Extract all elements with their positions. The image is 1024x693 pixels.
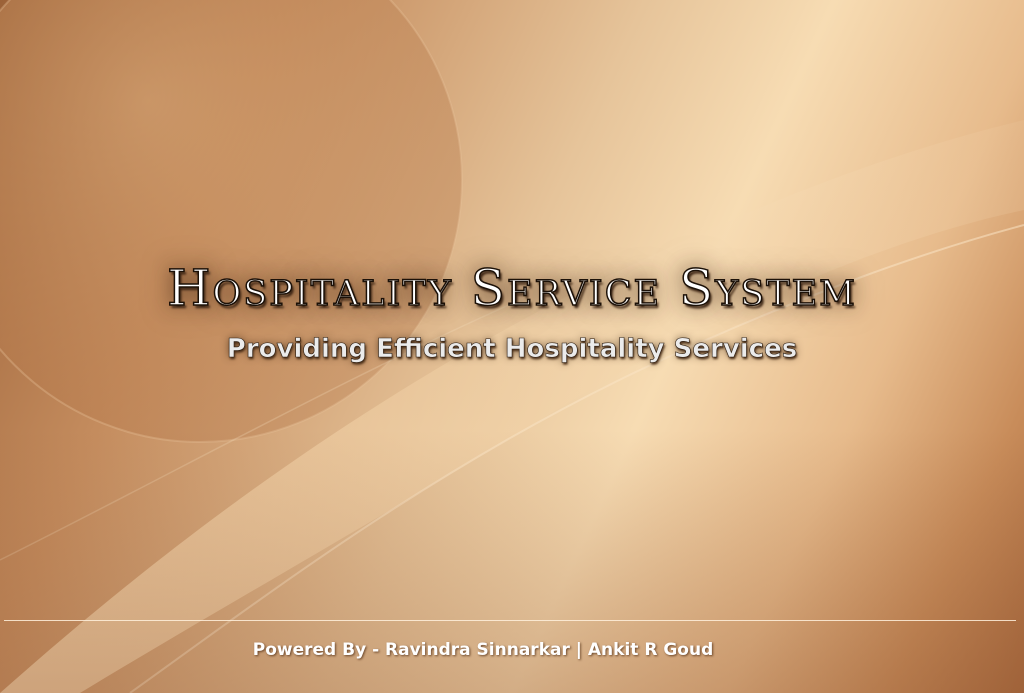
splash-screen: Hospitality Service System Providing Eff… xyxy=(0,0,1024,693)
credits-footer: Powered By - Ravindra Sinnarkar | Ankit … xyxy=(252,640,714,660)
app-subtitle: Providing Efficient Hospitality Services xyxy=(226,334,798,365)
app-title: Hospitality Service System xyxy=(166,258,858,318)
footer-divider xyxy=(4,620,1016,621)
